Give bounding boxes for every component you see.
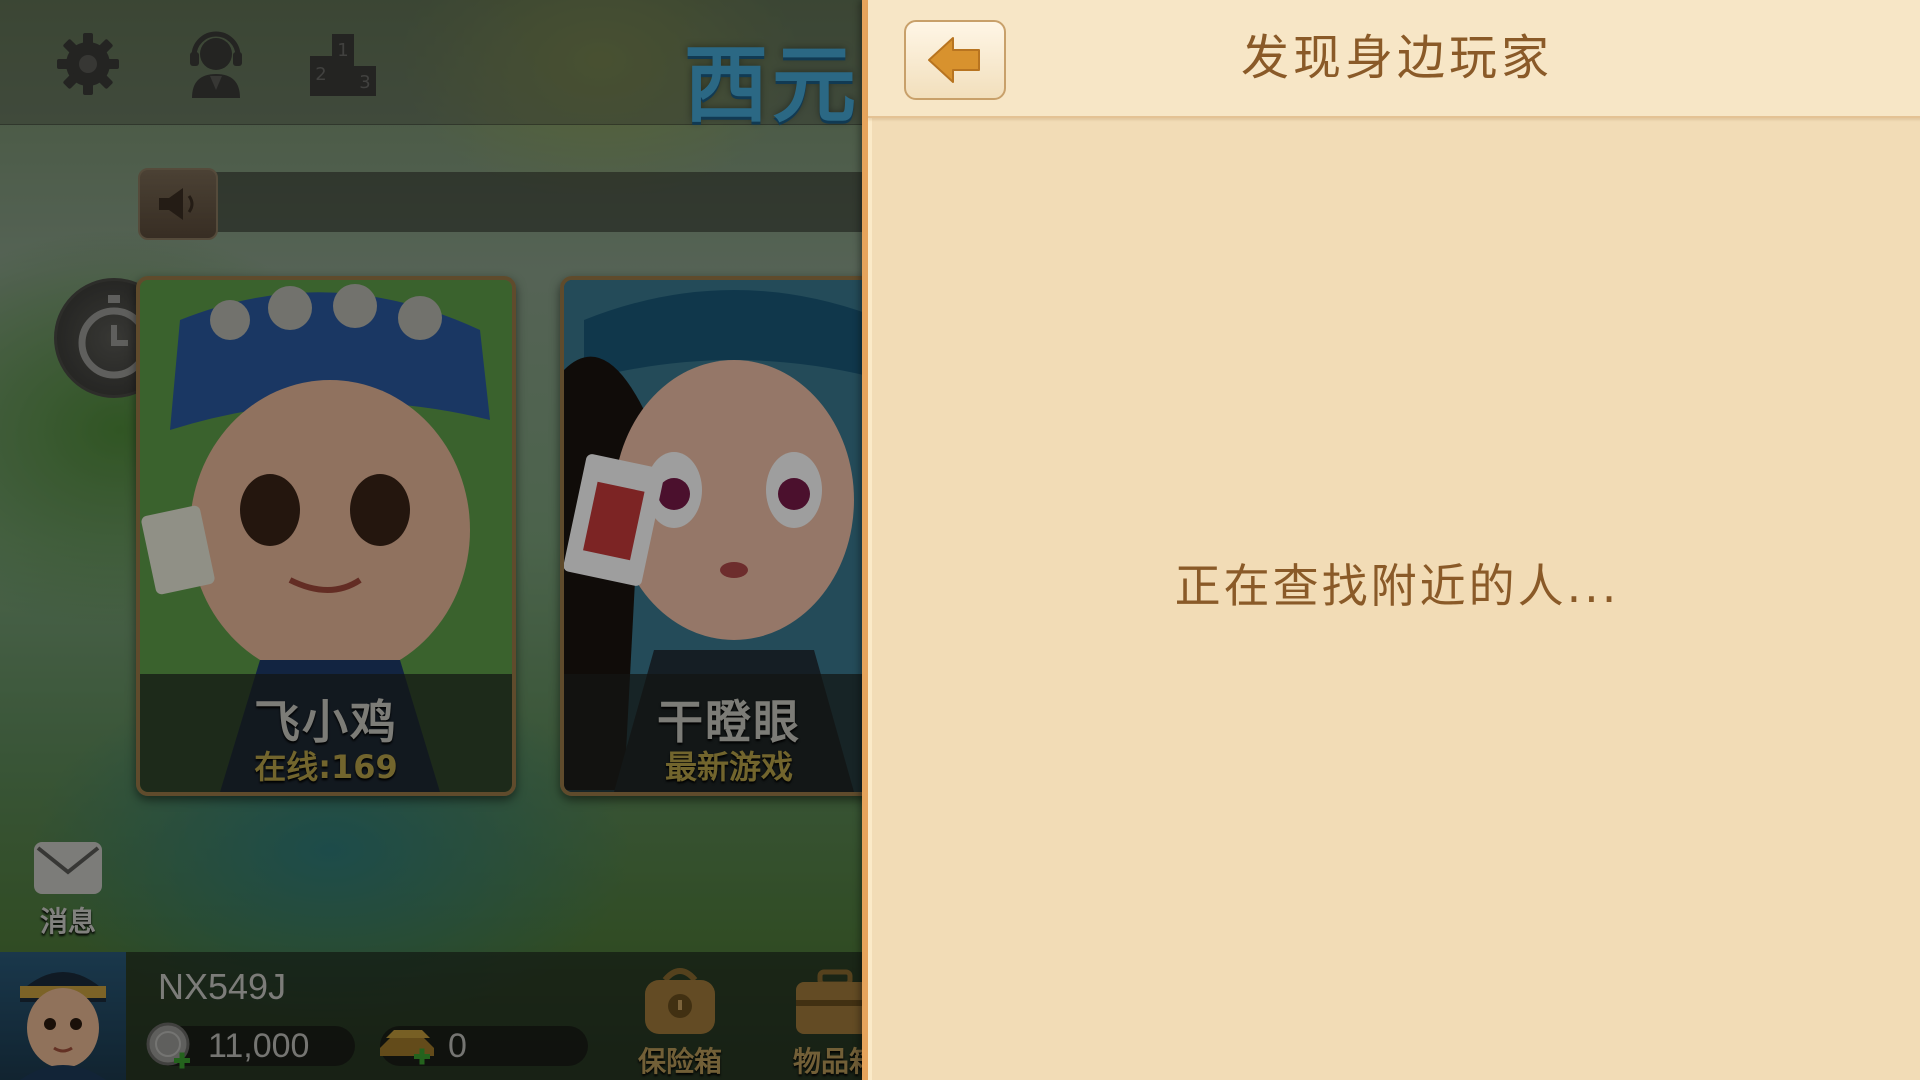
- settings-button[interactable]: [52, 28, 124, 100]
- safe-box-icon: [645, 968, 715, 1034]
- game-card-caption: 干瞪眼 最新游戏: [564, 674, 870, 792]
- rank-1-label: 1: [337, 40, 348, 61]
- lobby-top-bar: 1 2 3 西元: [0, 0, 870, 134]
- customer-service-icon: [190, 31, 242, 98]
- item-box-button[interactable]: 物品箱: [780, 960, 870, 1078]
- safe-box-label: 保险箱: [637, 1045, 722, 1078]
- game-card-gandengyan[interactable]: 干瞪眼 最新游戏: [560, 276, 870, 796]
- gear-icon: [57, 33, 119, 95]
- panel-header: 发现身边玩家: [868, 0, 1920, 118]
- player-username: NX549J: [158, 966, 287, 1007]
- avatar[interactable]: [0, 952, 126, 1080]
- game-card-caption: 飞小鸡 在线:169: [140, 674, 512, 792]
- messages-label: 消息: [39, 905, 96, 938]
- back-button[interactable]: [904, 20, 1006, 100]
- messages-button[interactable]: 消息: [28, 836, 108, 938]
- game-lobby: 1 2 3 西元 飞小鸡 在线:169 干瞪眼 最新游戏 消息 NX549J 1…: [0, 0, 870, 1080]
- searching-status: 正在查找附近的人...: [1174, 559, 1620, 613]
- gold-bar-value: 0: [448, 1027, 467, 1065]
- customer-service-button[interactable]: [180, 28, 252, 100]
- gold-bar-balance: 0: [380, 1026, 588, 1066]
- item-box-label: 物品箱: [792, 1045, 870, 1078]
- safe-box-button[interactable]: 保险箱: [625, 960, 735, 1078]
- online-count: 在线:169: [254, 748, 398, 786]
- brand-title: 西元: [684, 36, 861, 134]
- leaderboard-icon: 1 2 3: [310, 34, 376, 96]
- back-arrow-icon: [928, 37, 980, 83]
- nearby-players-panel: 发现身边玩家 正在查找附近的人...: [862, 0, 1920, 1080]
- game-tag: 最新游戏: [664, 748, 793, 786]
- silver-coin-balance: 11,000: [146, 1022, 355, 1069]
- panel-edge-highlight: [868, 0, 872, 1080]
- announcement-button[interactable]: [138, 168, 218, 240]
- silver-coin-value: 11,000: [208, 1027, 310, 1065]
- player-avatar-illustration: [20, 972, 106, 1080]
- game-card-feixiaoji[interactable]: 飞小鸡 在线:169: [136, 276, 516, 796]
- envelope-icon: [34, 842, 102, 894]
- silver-coin-icon: [146, 1022, 190, 1069]
- rank-2-label: 2: [315, 64, 326, 85]
- speaker-icon: [159, 188, 194, 220]
- gold-bar-icon: [380, 1030, 434, 1065]
- page-title: 发现身边玩家: [1240, 30, 1553, 86]
- leaderboard-button[interactable]: 1 2 3: [308, 28, 380, 100]
- player-info-bar: NX549J 11,000 0 保险箱 物品箱: [0, 952, 870, 1080]
- item-box-icon: [796, 969, 870, 1034]
- announcement-marquee: [140, 172, 870, 232]
- rank-3-label: 3: [359, 72, 370, 93]
